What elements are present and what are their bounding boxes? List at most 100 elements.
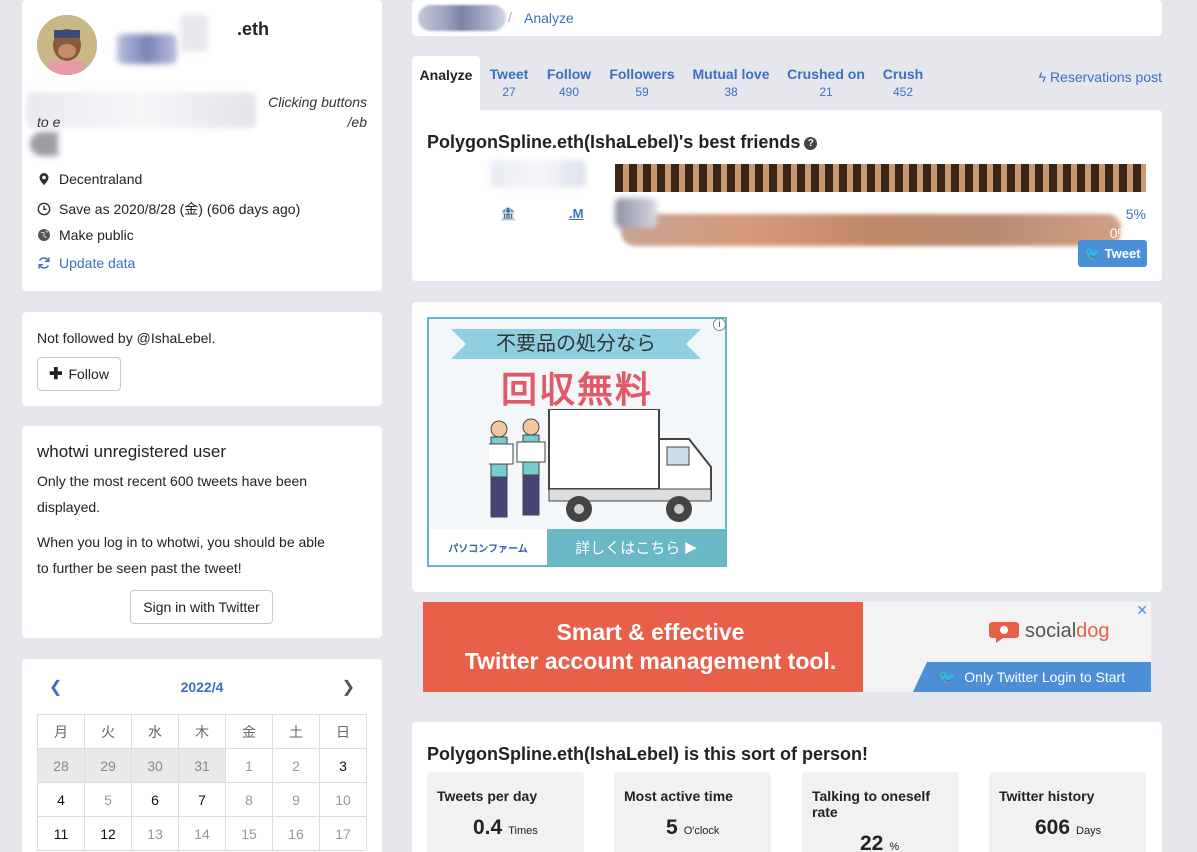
calendar-day: 30 bbox=[131, 748, 179, 783]
persona-title: PolygonSpline.eth(IshaLebel) is this sor… bbox=[427, 744, 869, 764]
twitter-bird-icon: 🐦 bbox=[938, 668, 957, 685]
stat-most-active-time: Most active time 5 O'clock bbox=[614, 772, 771, 852]
follow-button[interactable]: ✚ Follow bbox=[37, 357, 121, 391]
tweet-button[interactable]: 🐦 Tweet bbox=[1078, 240, 1147, 267]
ad-logo: パソコンファーム bbox=[429, 529, 547, 565]
friend-1-percent: 0% bbox=[1109, 225, 1130, 241]
tab-crushed-on[interactable]: Crushed on 21 bbox=[784, 56, 868, 110]
calendar-week: 4 5 6 7 8 9 10 bbox=[37, 782, 367, 817]
tab-analyze[interactable]: Analyze bbox=[412, 56, 480, 110]
unregistered-user-card: whotwi unregistered user Only the most r… bbox=[22, 426, 382, 638]
calendar-day: 5 bbox=[84, 782, 132, 817]
weekday: 水 bbox=[131, 714, 179, 749]
ad-close-icon[interactable]: ✕ bbox=[1136, 602, 1148, 619]
unregistered-note-1: Only the most recent 600 tweets have bee… bbox=[37, 473, 308, 515]
update-data-link[interactable]: Update data bbox=[37, 255, 135, 271]
weekday: 月 bbox=[37, 714, 85, 749]
redacted-friend-1 bbox=[490, 160, 586, 188]
recycling-ad-banner[interactable]: 不要品の処分なら 回収無料 パソコンファーム 詳しくはこちら ▶ bbox=[427, 317, 727, 567]
saved-text: Save as 2020/8/28 (金) (606 days ago) bbox=[59, 201, 301, 217]
calendar-day[interactable]: 12 bbox=[84, 816, 132, 851]
calendar-day[interactable]: 7 bbox=[178, 782, 226, 817]
calendar-day: 9 bbox=[272, 782, 320, 817]
stat-tweets-per-day: Tweets per day 0.4 Times bbox=[427, 772, 584, 852]
ad-footer: パソコンファーム 詳しくはこちら ▶ bbox=[429, 529, 725, 565]
update-data-text[interactable]: Update data bbox=[59, 255, 135, 271]
weekday: 木 bbox=[178, 714, 226, 749]
clock-icon bbox=[37, 202, 51, 216]
follow-status-card: Not followed by @IshaLebel. ✚ Follow bbox=[22, 312, 382, 406]
redacted-name bbox=[117, 34, 177, 64]
chevron-right-icon[interactable]: ❯ bbox=[342, 677, 355, 697]
reservations-post-link[interactable]: ϟ Reservations post bbox=[1039, 69, 1162, 85]
weekday: 金 bbox=[225, 714, 273, 749]
calendar-day[interactable]: 11 bbox=[37, 816, 85, 851]
redacted-friend-1-bar bbox=[621, 214, 1121, 246]
socialdog-logo: socialdog bbox=[989, 618, 1110, 644]
calendar-day: 17 bbox=[319, 816, 367, 851]
globe-icon bbox=[38, 229, 50, 241]
ad-cta[interactable]: 詳しくはこちら ▶ bbox=[547, 529, 725, 565]
weekday: 土 bbox=[272, 714, 320, 749]
profile-bio: Clicking buttons to e/eb bbox=[37, 94, 367, 130]
refresh-icon bbox=[38, 257, 50, 269]
socialdog-ad-banner[interactable]: Smart & effective Twitter account manage… bbox=[423, 602, 1151, 692]
calendar-day: 8 bbox=[225, 782, 273, 817]
location-row: Decentraland bbox=[37, 171, 142, 187]
calendar-week: 11 12 13 14 15 16 17 bbox=[37, 816, 367, 851]
breadcrumb-user-pill[interactable] bbox=[418, 5, 506, 31]
profile-name: .eth bbox=[237, 19, 270, 39]
calendar-day: 28 bbox=[37, 748, 85, 783]
calendar-day[interactable]: 6 bbox=[131, 782, 179, 817]
friend-2-percent: 5% bbox=[1125, 206, 1146, 222]
friend-1-bar: 0% bbox=[615, 164, 1146, 246]
tab-followers[interactable]: Followers 59 bbox=[607, 56, 677, 110]
truck-illustration-icon bbox=[489, 409, 712, 522]
ad-info-icon[interactable]: i bbox=[713, 318, 726, 331]
ad-headline: 回収無料 bbox=[500, 369, 653, 410]
map-marker-icon bbox=[39, 173, 49, 185]
calendar-day: 31 bbox=[178, 748, 226, 783]
visibility-row: Make public bbox=[37, 227, 134, 243]
breadcrumb-separator: / bbox=[508, 9, 512, 25]
ad2-cta-button[interactable]: 🐦 Only Twitter Login to Start bbox=[913, 662, 1151, 692]
stat-talking-to-oneself: Talking to oneself rate 22% bbox=[802, 772, 959, 852]
saved-row: Save as 2020/8/28 (金) (606 days ago) bbox=[37, 199, 300, 219]
breadcrumb-analyze-link[interactable]: Analyze bbox=[524, 10, 574, 26]
redacted-friend-2-bar bbox=[615, 198, 657, 228]
analysis-tabs: Analyze Tweet 27 Follow 490 Followers 59… bbox=[412, 56, 1162, 110]
breadcrumb: / Analyze bbox=[412, 0, 1162, 36]
redacted-name-2 bbox=[180, 14, 208, 52]
help-icon[interactable]: ? bbox=[804, 136, 818, 150]
profile-card: .eth Clicking buttons to e/eb Decentrala… bbox=[22, 0, 382, 291]
unregistered-title: whotwi unregistered user bbox=[37, 442, 226, 461]
tab-follow[interactable]: Follow 490 bbox=[542, 56, 596, 110]
redacted-badge bbox=[30, 132, 58, 156]
twitter-bird-icon: 🐦 bbox=[1084, 245, 1101, 261]
tab-crush[interactable]: Crush 452 bbox=[878, 56, 928, 110]
calendar-month: 2022/4 bbox=[180, 679, 224, 695]
tab-tweet[interactable]: Tweet 27 bbox=[484, 56, 534, 110]
friend-2-name[interactable]: .M bbox=[569, 206, 583, 221]
tab-mutual-love[interactable]: Mutual love 38 bbox=[690, 56, 772, 110]
bank-icon: 🏦 bbox=[500, 206, 517, 221]
calendar-day: 14 bbox=[178, 816, 226, 851]
sign-in-twitter-button[interactable]: Sign in with Twitter bbox=[130, 590, 273, 624]
calendar-day[interactable]: 3 bbox=[319, 748, 367, 783]
profile-avatar[interactable] bbox=[37, 15, 97, 75]
calendar-day[interactable]: 4 bbox=[37, 782, 85, 817]
advertisement-card: 不要品の処分なら 回収無料 パソコンファーム 詳しくはこちら ▶ i bbox=[412, 302, 1162, 592]
follow-status-text: Not followed by @IshaLebel. bbox=[37, 330, 216, 346]
calendar-week: 28 29 30 31 1 2 3 bbox=[37, 748, 367, 783]
persona-card: PolygonSpline.eth(IshaLebel) is this sor… bbox=[412, 722, 1162, 852]
calendar-day: 13 bbox=[131, 816, 179, 851]
calendar-day: 2 bbox=[272, 748, 320, 783]
calendar-card: ❮ 2022/4 ❯ 月 火 水 木 金 土 日 28 29 30 31 1 2… bbox=[22, 659, 382, 852]
chevron-left-icon[interactable]: ❮ bbox=[49, 677, 62, 697]
calendar-grid: 月 火 水 木 金 土 日 28 29 30 31 1 2 3 4 5 6 7 … bbox=[37, 714, 367, 851]
calendar-header: ❮ 2022/4 ❯ bbox=[37, 677, 367, 697]
location-text: Decentraland bbox=[59, 171, 143, 187]
best-friends-card: PolygonSpline.eth(IshaLebel)'s best frie… bbox=[412, 110, 1162, 281]
visibility-text: Make public bbox=[59, 227, 134, 243]
bolt-icon: ϟ bbox=[1038, 69, 1047, 85]
